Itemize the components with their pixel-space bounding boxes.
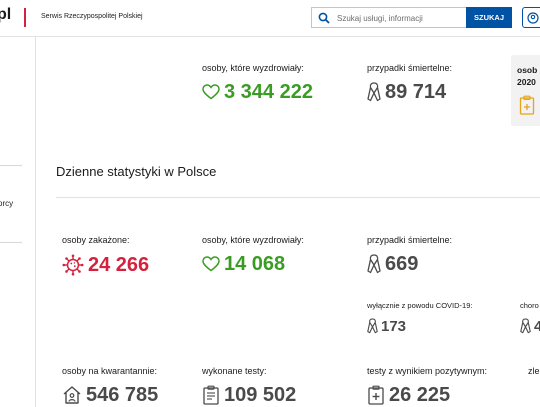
stat-value: 3 344 222 [224,81,313,103]
virus-icon [62,254,84,276]
daily-deaths: przypadki śmiertelne: 669 [367,235,452,274]
daily-positive-tests: testy z wynikiem pozytywnym: 26 225 [367,366,487,405]
ribbon-icon [367,318,378,334]
house-icon [63,386,81,404]
stat-value: 669 [385,253,419,275]
stat-value: 14 068 [224,253,286,275]
section-divider [56,197,540,198]
summary-deaths: przypadki śmiertelne: 89 714 [367,63,452,102]
stat-value: 546 785 [86,384,159,406]
daily-infected: osoby zakażone: 24 266 [62,235,149,276]
section-title: Dzienne statystyki w Polsce [56,164,217,179]
site-logo[interactable]: pl [0,6,11,24]
heart-icon [202,256,220,272]
ribbon-icon [367,254,381,274]
daily-deaths-comorbid: choro 4 [520,301,540,334]
heart-icon [202,84,220,100]
stat-label: przypadki śmiertelne: [367,235,453,245]
clipboard-icon [519,95,535,115]
search-button[interactable]: SZUKAJ [466,7,512,28]
daily-quarantine: osoby na kwarantannie: 546 785 [62,366,158,405]
sidebar-separator [0,165,22,166]
sidebar-item-partial[interactable]: orcy [0,199,13,208]
stat-label: wyłącznie z powodu COVID-19: [367,301,473,310]
stat-label: osoby na kwarantannie: [62,366,158,376]
site-title: Serwis Rzeczypospolitej Polskiej [41,13,143,20]
stat-value: 109 502 [224,384,297,406]
side-info-card[interactable]: osob 2020 [511,55,540,126]
stat-value: 89 714 [385,81,447,103]
logo-divider [24,8,26,27]
ribbon-icon [367,82,381,102]
stat-label: wykonane testy: [202,366,267,376]
card-text-1: osob [517,65,538,75]
stat-value: 26 225 [389,384,451,406]
user-icon [527,12,539,24]
daily-deaths-covid-only: wyłącznie z powodu COVID-19: 173 [367,301,472,334]
stat-value: 4 [534,317,540,335]
summary-recovered: osoby, które wyzdrowiały: 3 344 222 [202,63,313,102]
daily-partial-stat: zle [528,366,540,376]
stat-label: zle [528,366,540,376]
stat-value: 173 [381,317,407,335]
stat-label: przypadki śmiertelne: [367,63,453,73]
daily-recovered: osoby, które wyzdrowiały: 14 068 [202,235,304,274]
stat-label: testy z wynikiem pozytywnym: [367,366,488,376]
sidebar-separator [0,242,22,243]
ribbon-icon [520,318,531,334]
stat-label: osoby, które wyzdrowiały: [202,235,304,245]
search-input[interactable]: Szukaj usługi, informacji [311,7,466,28]
stat-label: osoby, które wyzdrowiały: [202,63,304,73]
card-text-2: 2020 [517,77,536,87]
stat-value: 24 266 [88,254,150,276]
user-account-button[interactable] [522,7,540,28]
sidebar-border [35,36,36,407]
daily-tests: wykonane testy: 109 502 [202,366,296,405]
search-icon [318,11,330,29]
test-clipboard-icon [203,385,219,405]
search-placeholder: Szukaj usługi, informacji [337,14,423,23]
stat-label: choro [520,301,539,310]
test-plus-icon [368,385,384,405]
stat-label: osoby zakażone: [62,235,130,245]
top-header: pl Serwis Rzeczypospolitej Polskiej Szuk… [0,0,540,37]
